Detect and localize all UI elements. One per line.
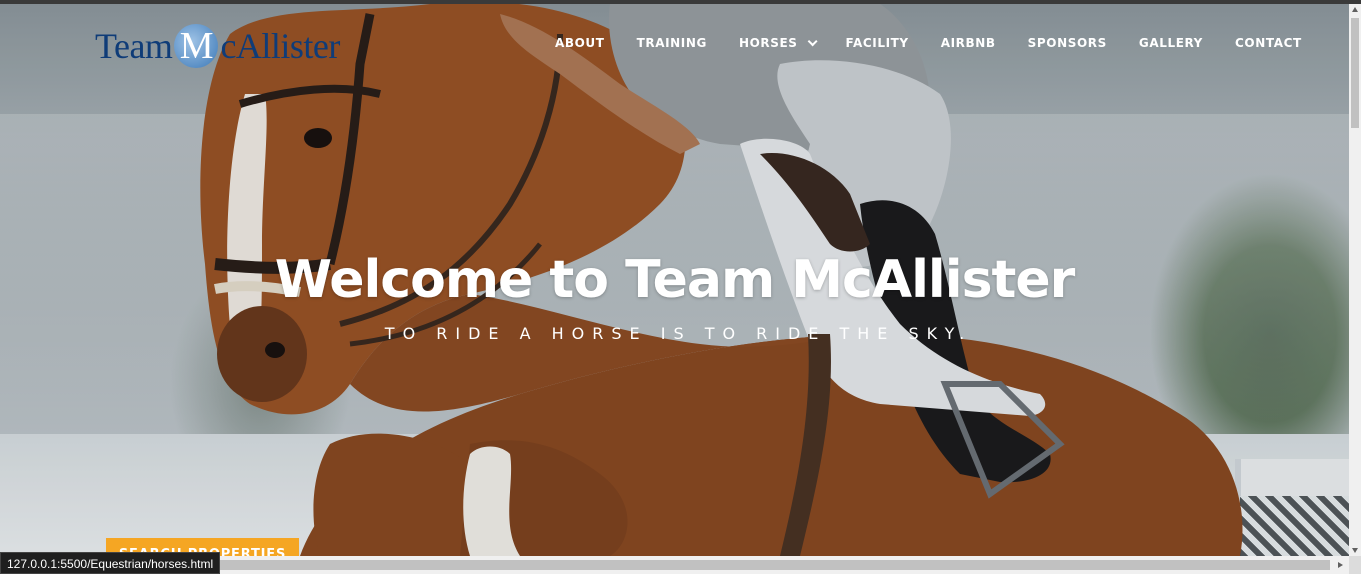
nav-sponsors[interactable]: SPONSORS <box>1028 36 1107 50</box>
scrollbar-corner <box>1349 556 1361 574</box>
hero-subtitle: TO RIDE A HORSE IS TO RIDE THE SKY. <box>384 324 973 343</box>
hero-title: Welcome to Team McAllister <box>274 250 1076 310</box>
scroll-right-icon[interactable] <box>1338 562 1343 568</box>
status-bar-url: 127.0.0.1:5500/Equestrian/horses.html <box>0 552 221 574</box>
nav-about[interactable]: ABOUT <box>555 36 605 50</box>
nav-training[interactable]: TRAINING <box>637 36 707 50</box>
vertical-scroll-thumb[interactable] <box>1351 18 1359 128</box>
logo-text-post: cAllister <box>220 26 340 66</box>
logo[interactable]: Team M cAllister <box>95 24 340 68</box>
scroll-up-icon[interactable] <box>1352 7 1358 12</box>
scroll-down-icon[interactable] <box>1352 548 1358 553</box>
nav-airbnb[interactable]: AIRBNB <box>941 36 996 50</box>
main-nav: ABOUT TRAINING HORSES FACILITY AIRBNB SP… <box>555 35 1302 50</box>
hero-section: Team M cAllister ABOUT TRAINING HORSES F… <box>0 4 1349 556</box>
chevron-down-icon <box>807 35 818 46</box>
nav-contact[interactable]: CONTACT <box>1235 36 1302 50</box>
horizontal-scroll-thumb[interactable] <box>210 560 1330 570</box>
logo-text-pre: Team <box>95 26 173 66</box>
nav-facility[interactable]: FACILITY <box>846 36 909 50</box>
nav-horses[interactable]: HORSES <box>738 35 818 50</box>
vertical-scrollbar[interactable] <box>1349 4 1361 556</box>
nav-gallery[interactable]: GALLERY <box>1139 36 1203 50</box>
logo-mark: M <box>174 24 219 68</box>
nav-horses-label: HORSES <box>738 36 798 50</box>
